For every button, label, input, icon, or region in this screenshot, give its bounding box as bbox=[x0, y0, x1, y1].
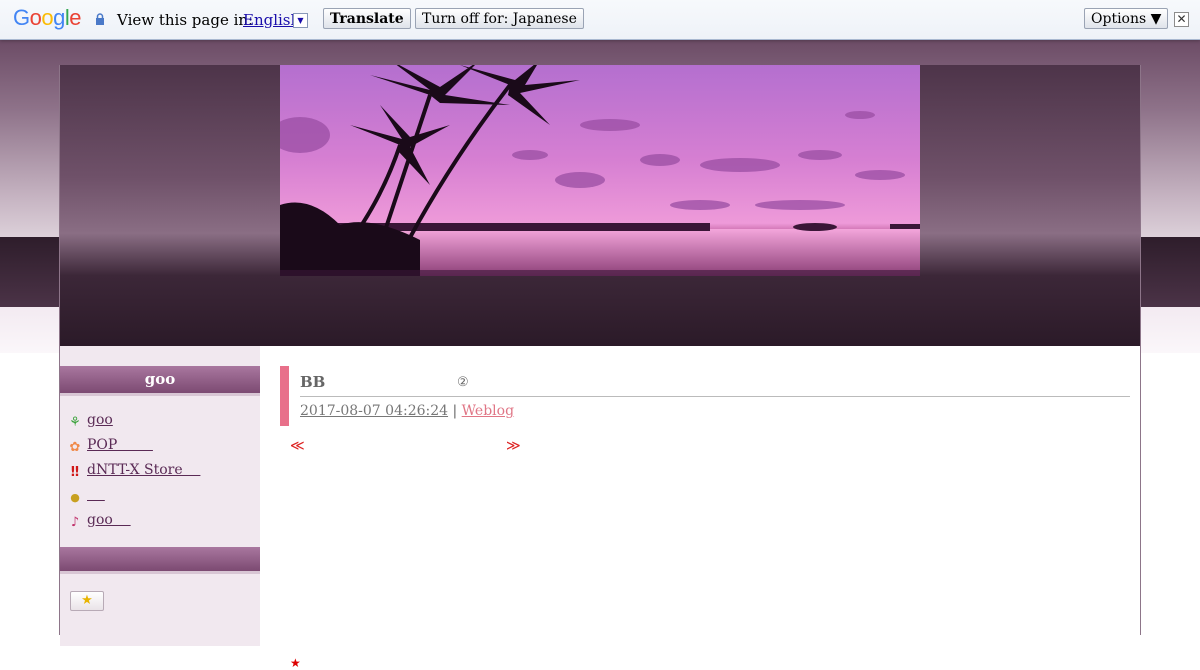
options-button[interactable]: Options ▼ bbox=[1084, 8, 1169, 29]
translate-prompt: View this page in: bbox=[117, 11, 254, 29]
prev-entry-link[interactable]: ≪ bbox=[290, 438, 305, 454]
blog-header bbox=[60, 65, 1140, 346]
sidebar-link[interactable]: POP bbox=[87, 437, 153, 453]
lock-icon bbox=[96, 13, 104, 25]
blog-frame: goo ⚘ goo ✿ POP ‼ dNTT-X Store ● ♪ goo ★… bbox=[59, 65, 1141, 670]
sidebar-link[interactable] bbox=[87, 487, 105, 503]
language-link[interactable]: English bbox=[243, 11, 300, 29]
translate-button[interactable]: Translate bbox=[323, 8, 411, 29]
double-exclamation-icon: ‼ bbox=[70, 465, 80, 480]
header-banner-image bbox=[280, 65, 920, 276]
sidebar-link[interactable]: goo bbox=[87, 412, 113, 428]
entry-meta: 2017-08-07 04:26:24 | Weblog bbox=[300, 403, 514, 419]
close-icon[interactable]: ✕ bbox=[1174, 12, 1189, 27]
language-dropdown-icon[interactable]: ▼ bbox=[293, 13, 308, 28]
entry-divider bbox=[300, 396, 1130, 397]
sprout-icon: ⚘ bbox=[69, 415, 81, 430]
entry-category-link[interactable]: Weblog bbox=[462, 403, 514, 419]
entry-title-text: BB bbox=[300, 373, 326, 391]
entry-date-link[interactable]: 2017-08-07 04:26:24 bbox=[300, 403, 448, 419]
next-entry-link[interactable]: ≫ bbox=[506, 438, 521, 454]
music-note-icon: ♪ bbox=[70, 515, 80, 530]
red-star-icon: ★ bbox=[290, 656, 301, 670]
sidebar-link[interactable]: dNTT-X Store bbox=[87, 462, 200, 478]
sidebar-section-header bbox=[60, 547, 260, 574]
entry-title-mark: ② bbox=[457, 375, 469, 390]
translate-bar: Google View this page in: English ▼ Tran… bbox=[0, 0, 1200, 40]
entry-accent-bar bbox=[280, 366, 289, 426]
sidebar: goo ⚘ goo ✿ POP ‼ dNTT-X Store ● ♪ goo ★ bbox=[60, 346, 260, 646]
sidebar-link[interactable]: goo bbox=[87, 512, 131, 528]
flower-icon: ✿ bbox=[69, 440, 81, 455]
sidebar-header: goo bbox=[60, 366, 260, 396]
turn-off-button[interactable]: Turn off for: Japanese bbox=[415, 8, 584, 29]
meta-separator: | bbox=[452, 403, 458, 419]
acorn-icon: ● bbox=[70, 491, 80, 504]
star-button[interactable]: ★ bbox=[70, 591, 104, 611]
entry-title: BB ② bbox=[300, 373, 469, 391]
google-logo: Google bbox=[13, 5, 82, 30]
